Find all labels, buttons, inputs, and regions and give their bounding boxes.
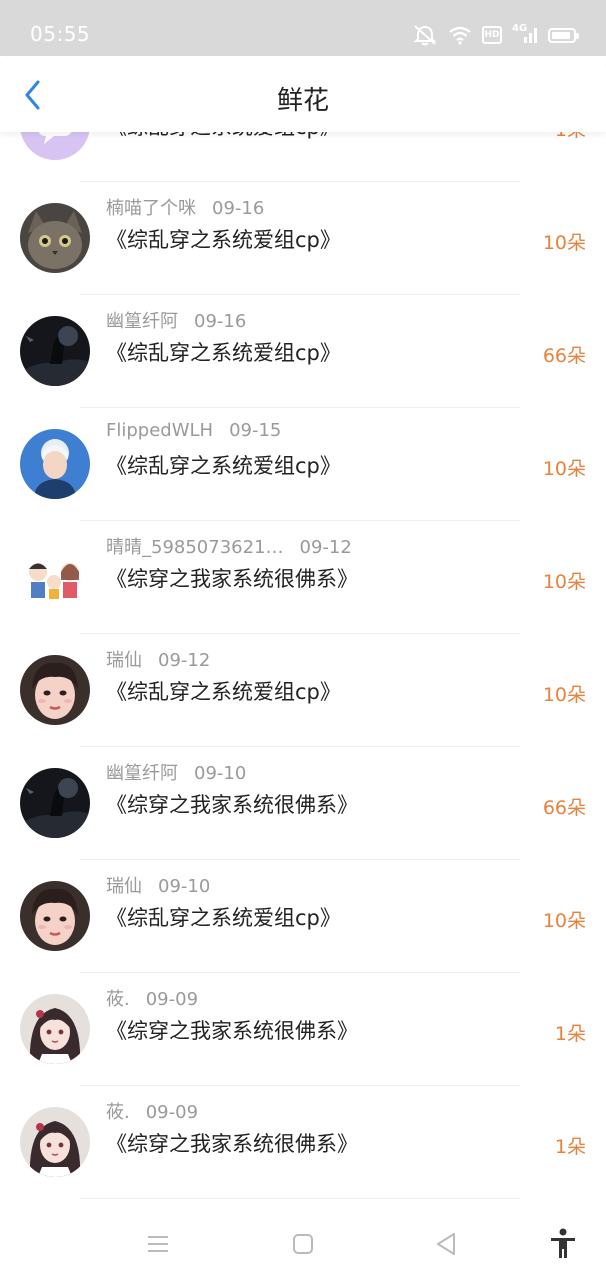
list-item[interactable]: 莜. 09-09 《综穿之我家系统很佛系》 1朵 bbox=[0, 973, 606, 1086]
gift-date: 09-12 bbox=[299, 537, 352, 558]
gift-date: 09-16 bbox=[212, 198, 265, 219]
gift-date: 09-12 bbox=[158, 650, 211, 671]
battery-icon bbox=[548, 27, 579, 43]
list-item[interactable]: FlippedWLH 09-15 《综乱穿之系统爱组cp》 10朵 bbox=[0, 408, 606, 521]
flower-count: 1朵 bbox=[554, 1023, 586, 1045]
dark-wolf-avatar[interactable] bbox=[20, 768, 90, 838]
menu-icon bbox=[148, 1236, 168, 1252]
row-divider bbox=[80, 1198, 520, 1199]
book-title: 《综穿之我家系统很佛系》 bbox=[106, 793, 358, 817]
flower-count: 1朵 bbox=[554, 1136, 586, 1158]
book-title: 《综乱穿之系统爱组cp》 bbox=[106, 906, 341, 930]
cartoon-family-avatar[interactable] bbox=[20, 542, 90, 612]
user-meta: 楠喵了个咪 09-16 bbox=[106, 194, 264, 220]
list-item[interactable]: 幽篁纤阿 09-10 《综穿之我家系统很佛系》 66朵 bbox=[0, 747, 606, 860]
user-meta: FlippedWLH 09-15 bbox=[106, 420, 281, 441]
boy-blue-avatar[interactable] bbox=[20, 429, 90, 499]
book-title: 《综穿之我家系统很佛系》 bbox=[106, 567, 358, 591]
status-time: 05:55 bbox=[30, 22, 91, 46]
gift-date: 09-09 bbox=[145, 989, 199, 1010]
wifi-icon bbox=[448, 25, 472, 45]
book-title: 《综乱穿之系统爱组cp》 bbox=[106, 228, 341, 252]
anime-girl-avatar[interactable] bbox=[20, 994, 90, 1064]
signal-4g-icon: 4G bbox=[512, 23, 538, 45]
list-item[interactable]: 幽篁纤阿 09-16 《综乱穿之系统爱组cp》 66朵 bbox=[0, 295, 606, 408]
anime-girl-avatar[interactable] bbox=[20, 1107, 90, 1177]
book-title: 《综乱穿之系统爱组cp》 bbox=[106, 454, 341, 478]
user-meta: 幽篁纤阿 09-10 bbox=[106, 759, 246, 785]
book-title: 《综穿之我家系统很佛系》 bbox=[106, 1132, 358, 1156]
flower-count: 66朵 bbox=[542, 797, 586, 819]
user-name: 莜. bbox=[106, 1102, 130, 1123]
user-name: 莜. bbox=[106, 989, 130, 1010]
flower-count: 10朵 bbox=[542, 571, 586, 593]
mute-icon bbox=[412, 24, 438, 46]
nav-back-button[interactable] bbox=[430, 1228, 462, 1260]
user-meta: 瑞仙 09-10 bbox=[106, 872, 210, 898]
home-square-icon bbox=[293, 1234, 313, 1254]
user-meta: 莜. 09-09 bbox=[106, 1098, 198, 1124]
user-name: FlippedWLH bbox=[106, 420, 214, 441]
page-title: 鲜花 bbox=[276, 86, 329, 116]
nav-home-button[interactable] bbox=[287, 1228, 319, 1260]
list-item[interactable]: 晴晴_5985073621… 09-12 《综穿之我家系统很佛系》 10朵 bbox=[0, 521, 606, 634]
flower-count: 10朵 bbox=[542, 232, 586, 254]
accessibility-icon bbox=[551, 1228, 575, 1258]
list-item[interactable]: 瑞仙 09-10 《综乱穿之系统爱组cp》 10朵 bbox=[0, 860, 606, 973]
gift-date: 09-16 bbox=[194, 311, 247, 332]
app-header: 鲜花 bbox=[0, 56, 606, 132]
gift-date: 09-10 bbox=[158, 876, 211, 897]
user-meta: 晴晴_5985073621… 09-12 bbox=[106, 533, 352, 559]
girl-portrait-avatar[interactable] bbox=[20, 655, 90, 725]
gift-date: 09-10 bbox=[194, 763, 247, 784]
user-meta: 莜. 09-09 bbox=[106, 985, 198, 1011]
user-name: 晴晴_5985073621… bbox=[106, 537, 284, 558]
cat-photo-avatar[interactable] bbox=[20, 203, 90, 273]
back-triangle-icon bbox=[437, 1233, 455, 1255]
user-name: 幽篁纤阿 bbox=[106, 311, 178, 332]
book-title: 《综穿之我家系统很佛系》 bbox=[106, 1019, 358, 1043]
book-title: 《综乱穿之系统爱组cp》 bbox=[106, 341, 341, 365]
user-name: 瑞仙 bbox=[106, 650, 142, 671]
girl-portrait-avatar[interactable] bbox=[20, 881, 90, 951]
dark-wolf-avatar[interactable] bbox=[20, 316, 90, 386]
list-item[interactable]: 莜. 09-09 《综穿之我家系统很佛系》 1朵 bbox=[0, 1086, 606, 1199]
gift-date: 09-09 bbox=[145, 1102, 199, 1123]
flower-list[interactable]: 微信用户_3884153…09-16 《综乱穿之系统爱组cp》 1朵 楠喵了个咪… bbox=[0, 86, 606, 1208]
list-item[interactable]: 瑞仙 09-12 《综乱穿之系统爱组cp》 10朵 bbox=[0, 634, 606, 747]
flower-count: 10朵 bbox=[542, 910, 586, 932]
user-meta: 幽篁纤阿 09-16 bbox=[106, 307, 246, 333]
status-bar: 05:55 HD 4G bbox=[0, 0, 606, 56]
system-nav-bar bbox=[0, 1208, 606, 1280]
user-name: 楠喵了个咪 bbox=[106, 198, 196, 219]
user-name: 幽篁纤阿 bbox=[106, 763, 178, 784]
flower-count: 10朵 bbox=[542, 458, 586, 480]
book-title: 《综乱穿之系统爱组cp》 bbox=[106, 680, 341, 704]
nav-accessibility-button[interactable] bbox=[547, 1228, 579, 1260]
user-meta: 瑞仙 09-12 bbox=[106, 646, 210, 672]
list-item[interactable]: 楠喵了个咪 09-16 《综乱穿之系统爱组cp》 10朵 bbox=[0, 182, 606, 295]
hd-icon: HD bbox=[482, 26, 502, 44]
status-icons: HD 4G bbox=[412, 23, 579, 46]
flower-count: 66朵 bbox=[542, 345, 586, 367]
gift-date: 09-15 bbox=[229, 420, 282, 441]
flower-count: 10朵 bbox=[542, 684, 586, 706]
nav-menu-button[interactable] bbox=[142, 1228, 174, 1260]
user-name: 瑞仙 bbox=[106, 876, 142, 897]
